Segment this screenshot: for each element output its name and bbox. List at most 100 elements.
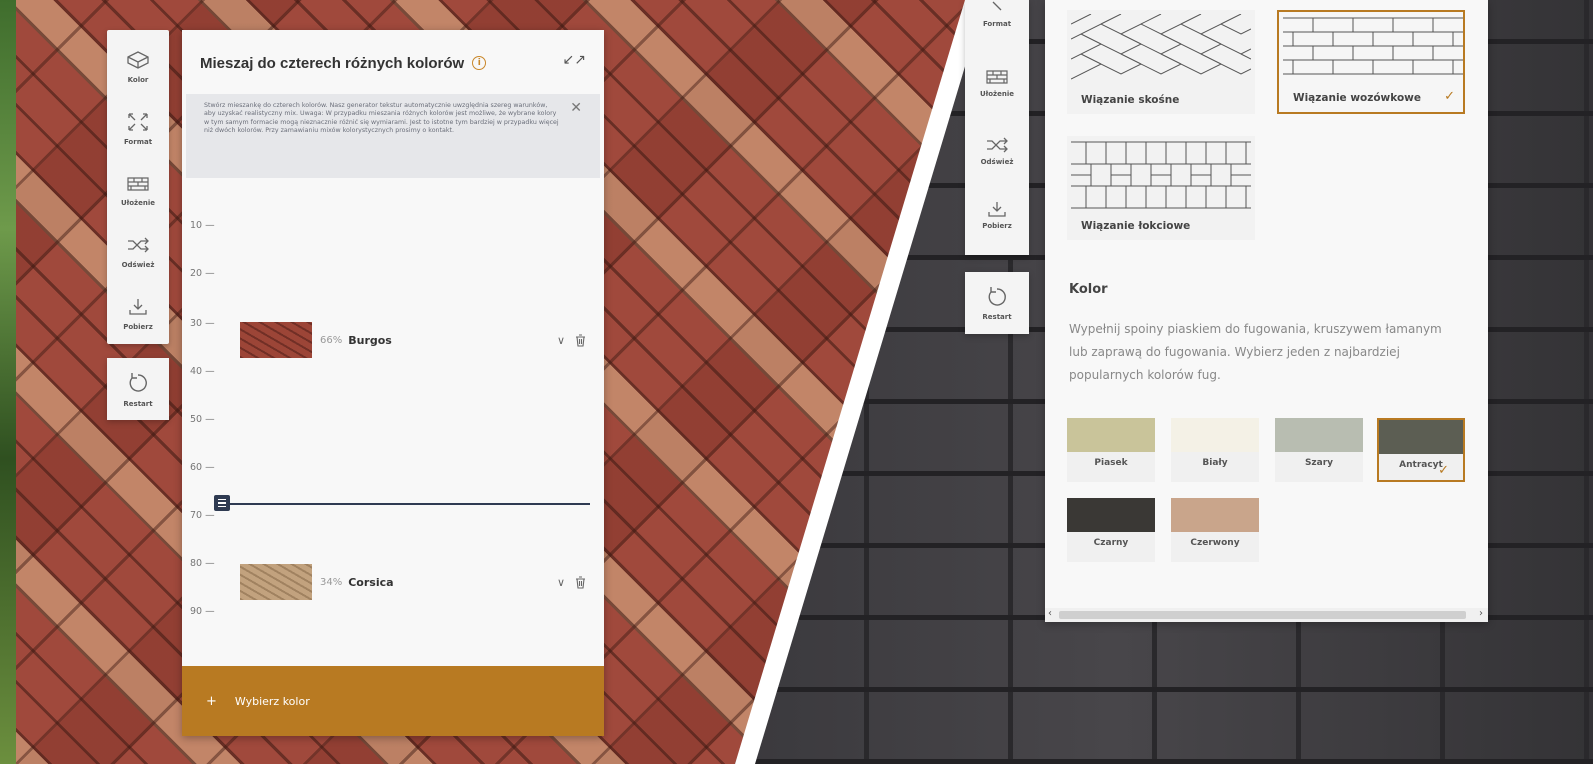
- elbow-bond-pattern-icon: [1071, 141, 1251, 209]
- tool-kolor[interactable]: Kolor: [108, 36, 168, 98]
- tool-label: Ułożenie: [120, 199, 156, 208]
- grout-color-title: Kolor: [1069, 282, 1108, 297]
- download-icon: [988, 202, 1006, 217]
- grout-swatch: [1379, 420, 1463, 454]
- expand-icon: [992, 1, 1002, 11]
- scale-tick: 40 —: [190, 366, 215, 377]
- right-toolbar: Format Ułożenie Odśwież Pobierz: [965, 0, 1029, 255]
- restart-label: Restart: [982, 313, 1012, 321]
- color-mixer-panel: Mieszaj do czterech różnych kolorów i ↙↗…: [182, 30, 604, 736]
- tool-label: Format: [123, 137, 153, 146]
- grout-label: Szary: [1304, 458, 1334, 468]
- scale-tick: 50 —: [190, 414, 215, 425]
- grout-swatch: [1067, 498, 1155, 532]
- add-color-button[interactable]: + Wybierz kolor: [182, 666, 604, 736]
- pattern-option-lokciowe[interactable]: Wiązanie łokciowe: [1067, 136, 1255, 240]
- checkmark-icon: ✓: [1444, 89, 1455, 104]
- scrollbar-thumb[interactable]: [1059, 611, 1466, 619]
- grout-label: Biały: [1202, 458, 1228, 468]
- scroll-right-icon[interactable]: ›: [1479, 608, 1483, 619]
- pattern-option-skosne[interactable]: Wiązanie skośne: [1067, 10, 1255, 114]
- info-icon[interactable]: i: [472, 56, 487, 70]
- grout-option-czerwony[interactable]: Czerwony: [1171, 498, 1259, 562]
- mix-slider-handle[interactable]: [214, 495, 230, 511]
- pattern-label: Wiązanie skośne: [1081, 94, 1180, 106]
- tool-label: Pobierz: [123, 322, 153, 331]
- color-name: Burgos: [348, 333, 392, 347]
- tree-foliage-edge: [0, 0, 16, 764]
- tool-label: Kolor: [127, 76, 149, 85]
- notice-text: Stwórz mieszankę do czterech kolorów. Na…: [204, 102, 559, 134]
- download-icon: [129, 298, 147, 315]
- scale-tick: 30 —: [190, 318, 215, 329]
- checkmark-icon: ✓: [1438, 463, 1449, 478]
- tool-label: Format: [982, 20, 1012, 28]
- restart-button[interactable]: Restart: [107, 358, 169, 420]
- tool-label: Ułożenie: [979, 90, 1015, 98]
- brick-icon: [127, 51, 149, 70]
- grout-option-czarny[interactable]: Czarny: [1067, 498, 1155, 562]
- tool-format[interactable]: Format: [965, 0, 1029, 28]
- grout-option-piasek[interactable]: Piasek: [1067, 418, 1155, 482]
- running-bond-pattern-icon: [1283, 17, 1463, 75]
- grout-color-description: Wypełnij spoiny piaskiem do fugowania, k…: [1069, 322, 1442, 382]
- chevron-down-icon[interactable]: ∨: [557, 576, 565, 589]
- scale-tick: 60 —: [190, 462, 215, 473]
- tool-odswiez[interactable]: Odśwież: [108, 221, 168, 283]
- mixer-title: Mieszaj do czterech różnych kolorów: [200, 54, 465, 72]
- pattern-label: Wiązanie wozówkowe: [1293, 92, 1421, 104]
- herringbone-pattern-icon: [1071, 14, 1251, 80]
- restart-button[interactable]: Restart: [965, 272, 1029, 334]
- plus-icon: +: [206, 693, 217, 709]
- close-icon[interactable]: ✕: [570, 100, 582, 116]
- grout-option-antracyt[interactable]: Antracyt ✓: [1377, 418, 1465, 482]
- left-toolbar: Kolor Format Ułożenie Odśwież Pobierz: [107, 30, 169, 344]
- color-swatch-corsica: [240, 564, 312, 600]
- tool-label: Odśwież: [121, 261, 155, 270]
- bricks-layout-icon: [127, 177, 149, 192]
- scale-tick: 70 —: [190, 510, 215, 521]
- scale-tick: 10 —: [190, 220, 215, 231]
- scale-tick: 90 —: [190, 606, 215, 617]
- options-panel: Wiązanie skośne Wiązanie wozówkowe ✓ Wią…: [1045, 0, 1488, 622]
- collapse-icon[interactable]: ↙↗: [563, 52, 586, 68]
- trash-icon[interactable]: [575, 575, 586, 589]
- grout-label: Piasek: [1094, 458, 1128, 468]
- grout-label: Antracyt: [1399, 460, 1443, 470]
- mix-color-row: 34% Corsica ∨: [240, 564, 586, 600]
- trash-icon[interactable]: [575, 333, 586, 347]
- grout-swatch: [1067, 418, 1155, 452]
- grout-swatch: [1171, 498, 1259, 532]
- tool-ulozenie[interactable]: Ułożenie: [108, 159, 168, 221]
- tool-pobierz[interactable]: Pobierz: [108, 282, 168, 344]
- grout-option-szary[interactable]: Szary: [1275, 418, 1363, 482]
- bricks-layout-icon: [986, 70, 1008, 84]
- tool-ulozenie[interactable]: Ułożenie: [965, 68, 1029, 98]
- mix-color-row: 66% Burgos ∨: [240, 322, 586, 358]
- mixer-notice: Stwórz mieszankę do czterech kolorów. Na…: [186, 94, 600, 178]
- scale-tick: 20 —: [190, 268, 215, 279]
- grout-label: Czerwony: [1190, 538, 1240, 548]
- color-percent: 66%: [320, 334, 343, 346]
- grout-swatch: [1171, 418, 1259, 452]
- color-name: Corsica: [348, 575, 394, 589]
- scroll-left-icon[interactable]: ‹: [1048, 608, 1052, 619]
- tool-pobierz[interactable]: Pobierz: [965, 200, 1029, 230]
- tool-format[interactable]: Format: [108, 98, 168, 160]
- expand-icon: [128, 113, 148, 131]
- grout-option-bialy[interactable]: Biały: [1171, 418, 1259, 482]
- mix-slider-track[interactable]: [224, 503, 590, 505]
- pattern-label: Wiązanie łokciowe: [1081, 220, 1191, 232]
- grout-label: Czarny: [1093, 538, 1129, 548]
- scale-tick: 80 —: [190, 558, 215, 569]
- restart-icon: [129, 373, 147, 392]
- pattern-option-wozowkowe[interactable]: Wiązanie wozówkowe ✓: [1277, 10, 1465, 114]
- restart-icon: [988, 287, 1006, 306]
- chevron-down-icon[interactable]: ∨: [557, 334, 565, 347]
- shuffle-icon: [987, 137, 1008, 153]
- color-swatch-burgos: [240, 322, 312, 358]
- horizontal-scrollbar[interactable]: ‹ ›: [1045, 608, 1488, 622]
- tool-odswiez[interactable]: Odśwież: [965, 136, 1029, 166]
- restart-label: Restart: [123, 400, 153, 408]
- mixer-header: Mieszaj do czterech różnych kolorów i ↙↗: [200, 50, 586, 76]
